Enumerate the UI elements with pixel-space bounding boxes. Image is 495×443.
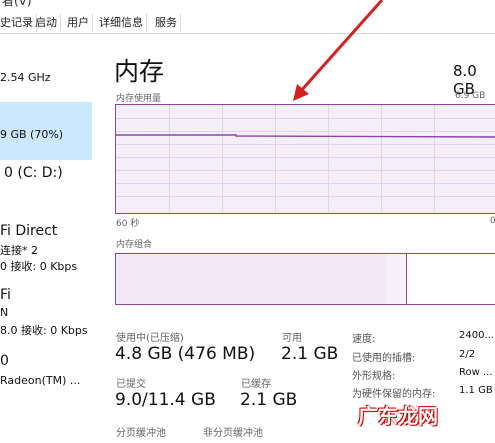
annotation-arrow-icon	[293, 0, 384, 101]
watermark: 广东龙网	[358, 404, 438, 428]
